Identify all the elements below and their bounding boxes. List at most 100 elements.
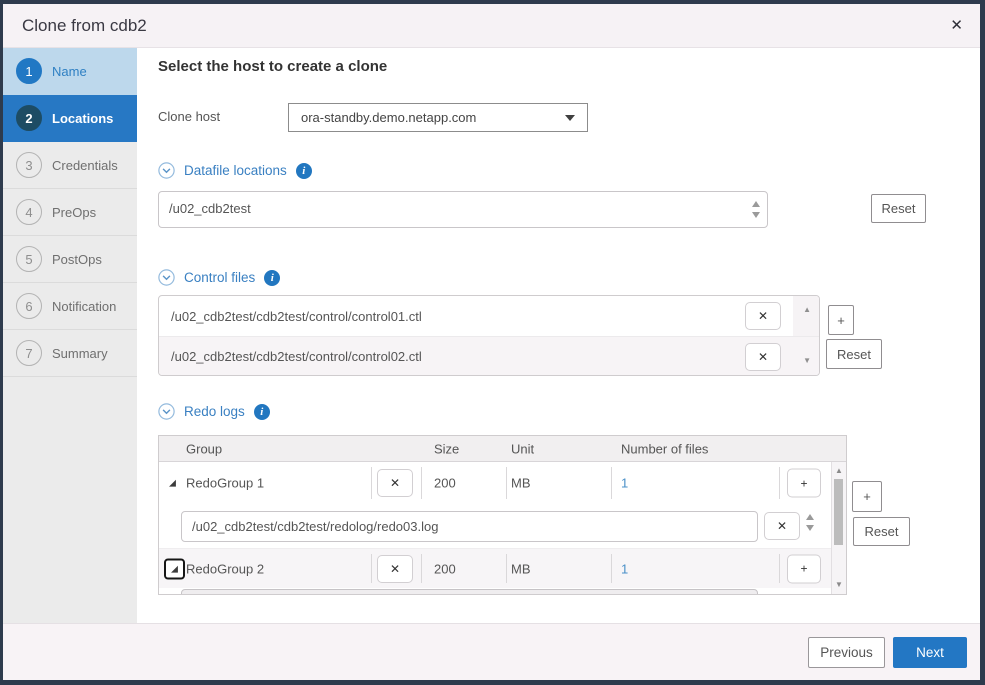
redo-group-unit[interactable]: MB [511, 476, 531, 491]
locations-panel: Select the host to create a clone Clone … [137, 48, 980, 623]
info-icon[interactable]: i [264, 270, 280, 286]
info-icon[interactable]: i [254, 404, 270, 420]
collapse-chevron-icon [158, 269, 175, 286]
step-postops[interactable]: 5 PostOps [3, 236, 137, 283]
step-name[interactable]: 1 Name [3, 48, 137, 95]
remove-redo-file-button[interactable]: ✕ [764, 512, 800, 540]
redo-group-file-count[interactable]: 1 [621, 476, 628, 491]
previous-button[interactable]: Previous [808, 637, 885, 668]
collapse-triangle-icon: ◢ [171, 564, 178, 573]
datafile-location-value: /u02_cdb2test [169, 201, 251, 216]
close-x-icon: ✕ [390, 562, 400, 576]
close-icon[interactable]: ✕ [950, 18, 963, 33]
remove-redo-group-button[interactable]: ✕ [377, 555, 413, 583]
collapse-chevron-icon [158, 162, 175, 179]
control-file-path[interactable]: /u02_cdb2test/cdb2test/control/control02… [171, 349, 422, 364]
redo-logs-table: Group Size Unit Number of files ◢ RedoGr… [158, 435, 847, 595]
step-label: Name [52, 64, 87, 79]
close-x-icon: ✕ [390, 476, 400, 490]
step-label: Summary [52, 346, 108, 361]
spinner-up-icon[interactable] [752, 201, 760, 207]
chevron-down-icon [565, 115, 575, 121]
redo-file-path-input[interactable]: /u02_cdb2test/cdb2test/redolog/redo03.lo… [181, 511, 758, 542]
spinner-up-icon[interactable] [806, 514, 814, 520]
add-control-file-button[interactable]: + [828, 305, 854, 335]
step-number-badge: 7 [16, 340, 42, 366]
control-file-path[interactable]: /u02_cdb2test/cdb2test/control/control01… [171, 309, 422, 324]
datafile-locations-section-toggle[interactable]: Datafile locations i [158, 162, 312, 179]
dialog-footer: Previous Next [3, 623, 980, 680]
plus-icon: + [800, 476, 807, 490]
remove-control-file-button[interactable]: ✕ [745, 343, 781, 371]
redo-logs-table-header: Group Size Unit Number of files [159, 436, 846, 462]
step-label: Locations [52, 111, 113, 126]
scroll-up-icon[interactable]: ▲ [835, 467, 843, 475]
step-number-badge: 5 [16, 246, 42, 272]
add-redo-group-button[interactable]: + [852, 481, 882, 512]
column-header-group: Group [186, 441, 222, 456]
redo-group-size[interactable]: 200 [434, 476, 456, 491]
column-header-files: Number of files [621, 441, 708, 456]
sidebar-filler [3, 377, 137, 623]
scroll-up-icon[interactable]: ▲ [803, 306, 811, 314]
control-files-title: Control files [184, 270, 255, 285]
datafile-location-input[interactable]: /u02_cdb2test [158, 191, 768, 228]
spinner-down-icon[interactable] [806, 525, 814, 531]
close-x-icon: ✕ [758, 350, 768, 364]
datafile-locations-title: Datafile locations [184, 163, 287, 178]
control-file-row: /u02_cdb2test/cdb2test/control/control01… [159, 296, 819, 336]
step-preops[interactable]: 4 PreOps [3, 189, 137, 236]
step-label: Credentials [52, 158, 118, 173]
dialog-titlebar: Clone from cdb2 ✕ [3, 4, 980, 48]
focused-collapse-triangle[interactable]: ◢ [164, 558, 185, 579]
step-number-badge: 1 [16, 58, 42, 84]
datafile-reset-button[interactable]: Reset [871, 194, 926, 223]
plus-icon: + [800, 562, 807, 576]
step-locations[interactable]: 2 Locations [3, 95, 137, 142]
redo-group-name: RedoGroup 2 [186, 561, 264, 576]
next-button[interactable]: Next [893, 637, 967, 668]
redo-logs-reset-button[interactable]: Reset [853, 517, 910, 546]
redo-file-spinner [806, 514, 814, 531]
dialog-body: 1 Name 2 Locations 3 Credentials 4 PreOp… [3, 48, 980, 623]
step-label: Notification [52, 299, 116, 314]
clone-host-value: ora-standby.demo.netapp.com [301, 110, 476, 125]
step-notification[interactable]: 6 Notification [3, 283, 137, 330]
control-files-section-toggle[interactable]: Control files i [158, 269, 280, 286]
step-number-badge: 2 [16, 105, 42, 131]
clone-host-label: Clone host [158, 109, 220, 124]
scroll-down-icon[interactable]: ▼ [835, 581, 843, 589]
close-x-icon: ✕ [758, 309, 768, 323]
step-number-badge: 6 [16, 293, 42, 319]
step-credentials[interactable]: 3 Credentials [3, 142, 137, 189]
spinner-down-icon[interactable] [752, 212, 760, 218]
info-icon[interactable]: i [296, 163, 312, 179]
scroll-down-icon[interactable]: ▼ [803, 357, 811, 365]
step-number-badge: 3 [16, 152, 42, 178]
redo-group-file-count[interactable]: 1 [621, 561, 628, 576]
redo-table-scrollbar[interactable]: ▲ ▼ [831, 462, 846, 594]
add-redo-file-button[interactable]: + [787, 469, 821, 498]
redo-logs-title: Redo logs [184, 404, 245, 419]
clone-host-select[interactable]: ora-standby.demo.netapp.com [288, 103, 588, 132]
redo-file-path-value: /u02_cdb2test/cdb2test/redolog/redo03.lo… [192, 519, 438, 534]
add-redo-file-button[interactable]: + [787, 554, 821, 583]
collapse-chevron-icon [158, 403, 175, 420]
redo-group-row: ◢ RedoGroup 2 ✕ 200 MB 1 + [159, 548, 846, 588]
remove-control-file-button[interactable]: ✕ [745, 302, 781, 330]
redo-group-size[interactable]: 200 [434, 561, 456, 576]
redo-group-row: ◢ RedoGroup 1 ✕ 200 MB 1 + [159, 462, 846, 504]
panel-heading: Select the host to create a clone [158, 58, 387, 75]
step-summary[interactable]: 7 Summary [3, 330, 137, 377]
remove-redo-group-button[interactable]: ✕ [377, 469, 413, 497]
redo-group-name: RedoGroup 1 [186, 476, 264, 491]
step-label: PostOps [52, 252, 102, 267]
clone-dialog: Clone from cdb2 ✕ 1 Name 2 Locations 3 C… [0, 0, 985, 685]
redo-group-unit[interactable]: MB [511, 561, 531, 576]
collapse-triangle-icon[interactable]: ◢ [169, 479, 176, 488]
step-number-badge: 4 [16, 199, 42, 225]
scrollbar-thumb[interactable] [834, 479, 843, 545]
control-files-reset-button[interactable]: Reset [826, 339, 882, 369]
datafile-spinner [752, 201, 760, 218]
redo-logs-section-toggle[interactable]: Redo logs i [158, 403, 270, 420]
